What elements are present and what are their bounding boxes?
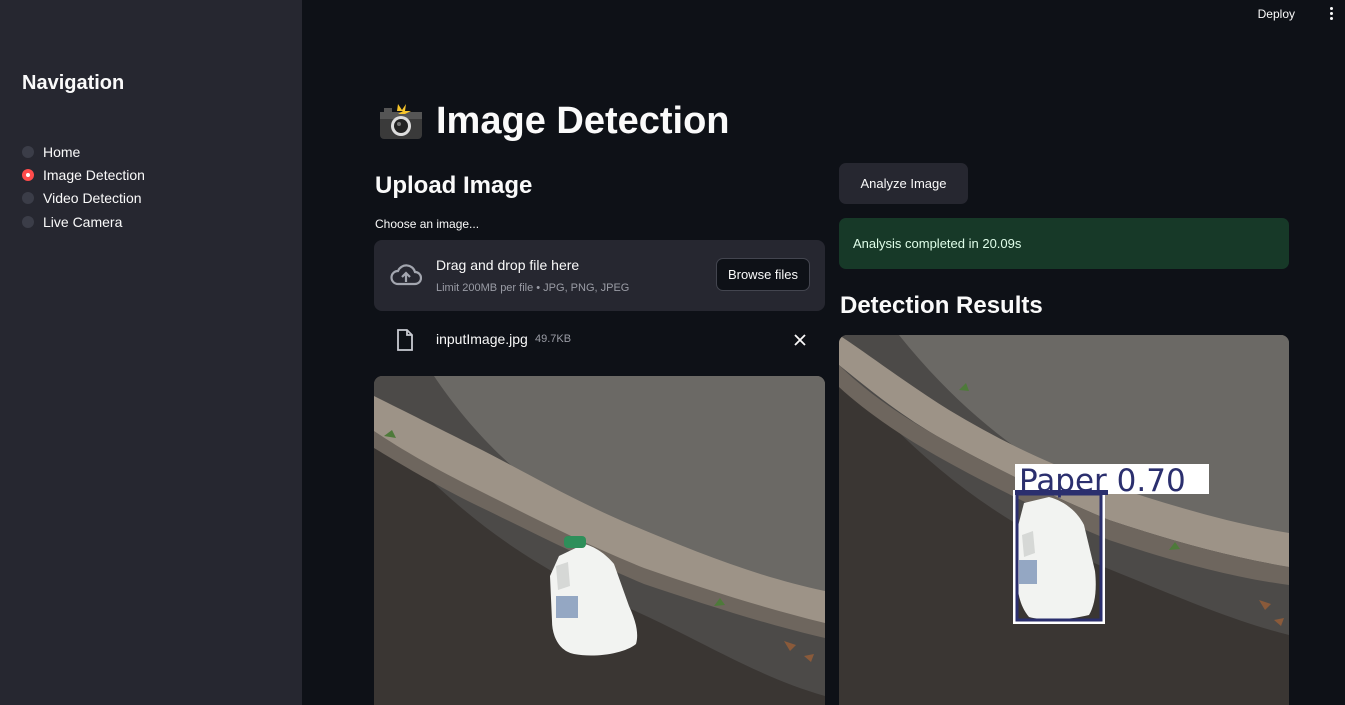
nav-item-live-camera[interactable]: Live Camera [22, 210, 145, 233]
file-icon [397, 329, 413, 351]
uploaded-file-name: inputImage.jpg [436, 331, 528, 347]
success-alert: Analysis completed in 20.09s [839, 218, 1289, 269]
radio-video-detection[interactable] [22, 192, 34, 205]
detection-result-image: Paper 0.70 [839, 335, 1289, 705]
nav-item-video-detection[interactable]: Video Detection [22, 187, 145, 210]
page-title: Image Detection [378, 100, 730, 143]
dropzone-limit-text: Limit 200MB per file • JPG, PNG, JPEG [436, 282, 630, 294]
upload-heading: Upload Image [375, 172, 533, 199]
sidebar: Navigation Home Image Detection Video De… [0, 0, 302, 705]
nav-item-label: Video Detection [43, 190, 142, 207]
main-menu-icon[interactable] [1325, 7, 1337, 21]
deploy-button[interactable]: Deploy [1258, 7, 1295, 21]
browse-files-button[interactable]: Browse files [716, 258, 810, 291]
dropzone-title: Drag and drop file here [436, 257, 580, 273]
success-message: Analysis completed in 20.09s [853, 236, 1022, 251]
cloud-upload-icon [390, 264, 422, 286]
file-uploader-label: Choose an image... [375, 217, 480, 231]
analyze-image-button[interactable]: Analyze Image [839, 163, 968, 204]
detection-label: Paper 0.70 [1019, 463, 1186, 499]
radio-home[interactable] [22, 145, 34, 158]
uploaded-file-row: inputImage.jpg 49.7KB [374, 322, 825, 358]
input-image [374, 376, 825, 705]
nav-item-label: Image Detection [43, 166, 145, 183]
nav-radio-group: Home Image Detection Video Detection Liv… [22, 140, 145, 233]
file-dropzone[interactable]: Drag and drop file here Limit 200MB per … [374, 240, 825, 311]
camera-flash-icon [380, 103, 422, 139]
nav-item-label: Home [43, 143, 81, 160]
page-title-text: Image Detection [436, 100, 730, 142]
nav-item-label: Live Camera [43, 213, 123, 230]
sidebar-title: Navigation [22, 72, 125, 94]
nav-item-image-detection[interactable]: Image Detection [22, 163, 145, 186]
results-heading: Detection Results [840, 292, 1043, 319]
radio-image-detection[interactable] [22, 168, 34, 181]
remove-file-icon[interactable] [793, 333, 807, 347]
nav-item-home[interactable]: Home [22, 140, 145, 163]
uploaded-file-size: 49.7KB [535, 333, 572, 345]
radio-live-camera[interactable] [22, 215, 34, 228]
